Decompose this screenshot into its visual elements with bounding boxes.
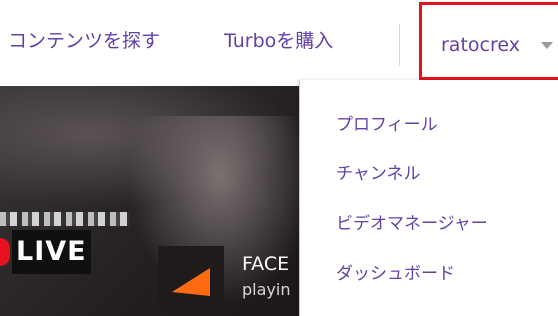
top-navigation-bar: コンテンツを探す Turboを購入 ratocrex <box>0 0 558 86</box>
stream-title[interactable]: FACE <box>242 252 289 276</box>
menu-item-profile[interactable]: プロフィール <box>336 113 438 137</box>
username-label: ratocrex <box>441 34 520 56</box>
caret-down-icon <box>541 42 553 49</box>
browse-link[interactable]: コンテンツを探す <box>8 28 160 54</box>
stream-game[interactable]: playin <box>242 280 290 300</box>
user-dropdown-menu: プロフィール チャンネル ビデオマネージャー ダッシュボード <box>299 80 558 316</box>
live-indicator-dot <box>0 238 10 266</box>
user-menu-button[interactable]: ratocrex <box>419 2 558 80</box>
menu-item-dashboard[interactable]: ダッシュボード <box>336 262 455 286</box>
menu-item-channel[interactable]: チャンネル <box>336 162 421 186</box>
pixelated-overlay-text <box>0 212 130 226</box>
channel-logo-icon <box>172 268 210 296</box>
menu-item-video-manager[interactable]: ビデオマネージャー <box>336 212 488 236</box>
channel-logo[interactable] <box>158 246 224 312</box>
get-turbo-link[interactable]: Turboを購入 <box>224 28 333 54</box>
live-badge: LIVE <box>12 230 91 274</box>
nav-divider <box>399 24 400 66</box>
page: コンテンツを探す Turboを購入 ratocrex LIVE FACE pla… <box>0 0 558 316</box>
